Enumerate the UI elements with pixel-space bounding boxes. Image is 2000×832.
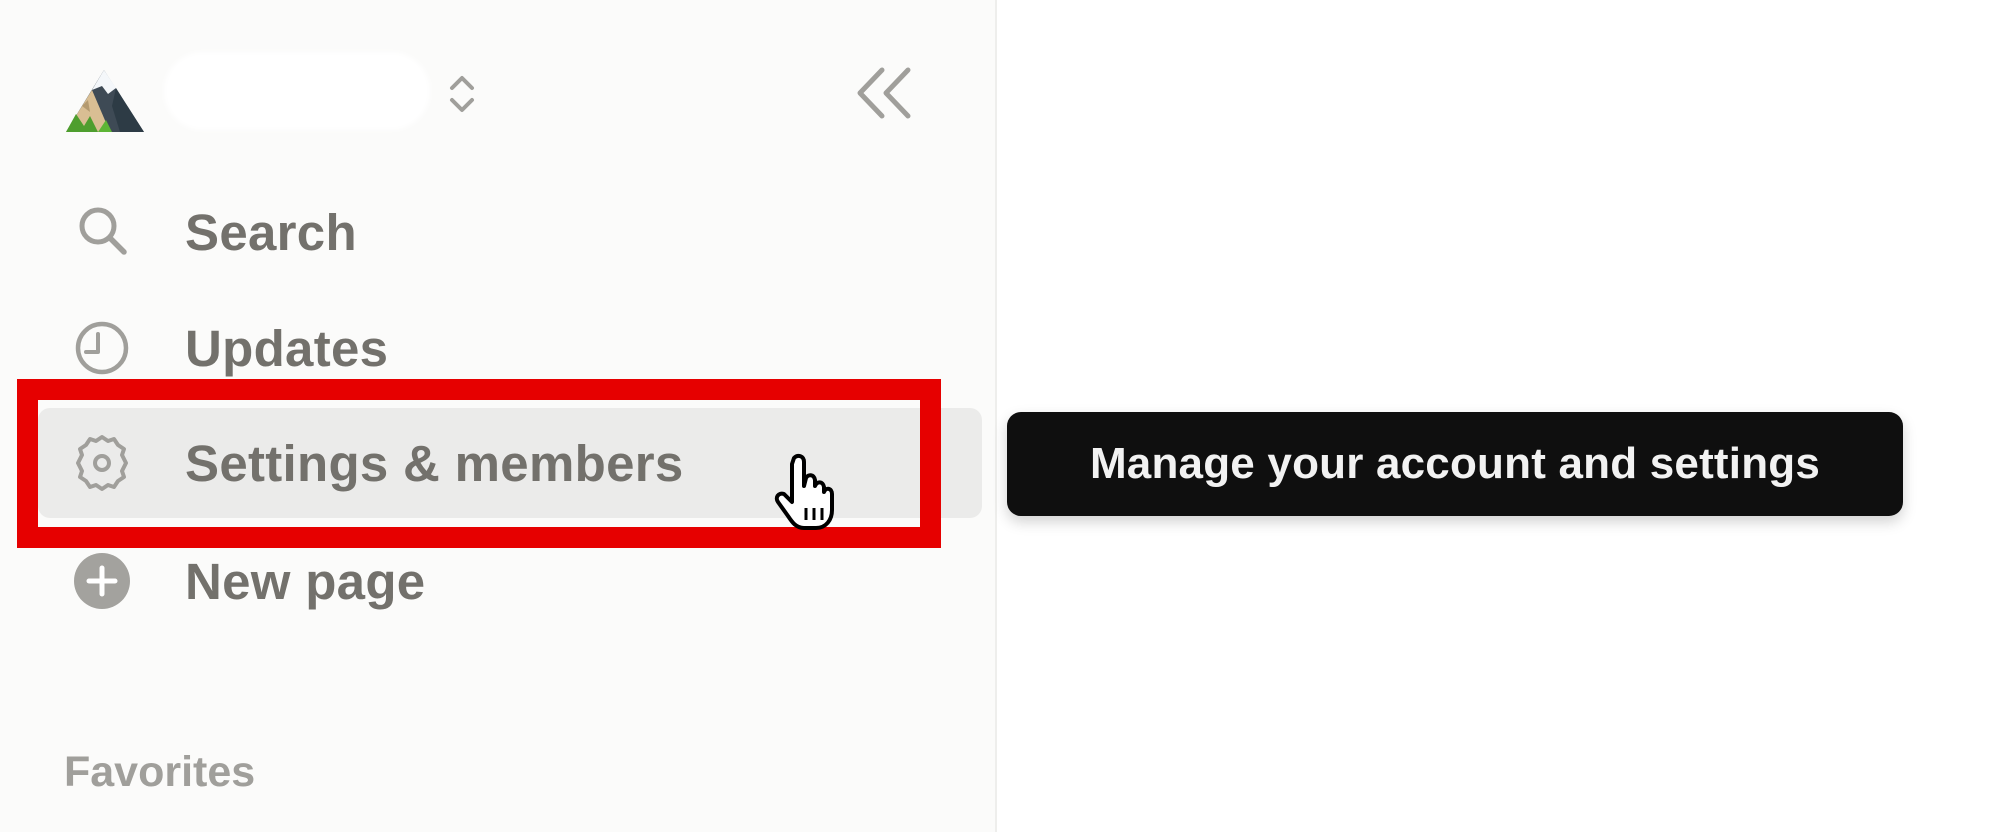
sidebar-item-settings-members[interactable]: Settings & members (38, 408, 982, 518)
sidebar-item-label: Settings & members (185, 434, 684, 492)
tooltip: Manage your account and settings (1007, 412, 1903, 516)
sidebar-item-label: New page (185, 552, 426, 610)
search-icon (72, 202, 132, 262)
plus-circle-icon (72, 551, 132, 611)
chevron-up-down-icon[interactable] (444, 70, 480, 118)
collapse-sidebar-button[interactable] (852, 64, 916, 122)
sidebar-item-search[interactable]: Search (38, 177, 982, 287)
sidebar: Search Updates Settings & members New pa… (0, 0, 997, 832)
workspace-mountain-icon[interactable] (62, 66, 148, 138)
sidebar-item-updates[interactable]: Updates (38, 293, 982, 403)
sidebar-item-new-page[interactable]: New page (38, 526, 982, 636)
gear-icon (72, 433, 132, 493)
sidebar-item-label: Updates (185, 319, 389, 377)
workspace-name-redacted[interactable] (168, 56, 426, 126)
sidebar-item-label: Search (185, 203, 357, 261)
clock-icon (72, 318, 132, 378)
tooltip-text: Manage your account and settings (1089, 439, 1821, 488)
double-chevron-left-icon (857, 67, 911, 119)
section-header-favorites[interactable]: Favorites (64, 748, 255, 797)
